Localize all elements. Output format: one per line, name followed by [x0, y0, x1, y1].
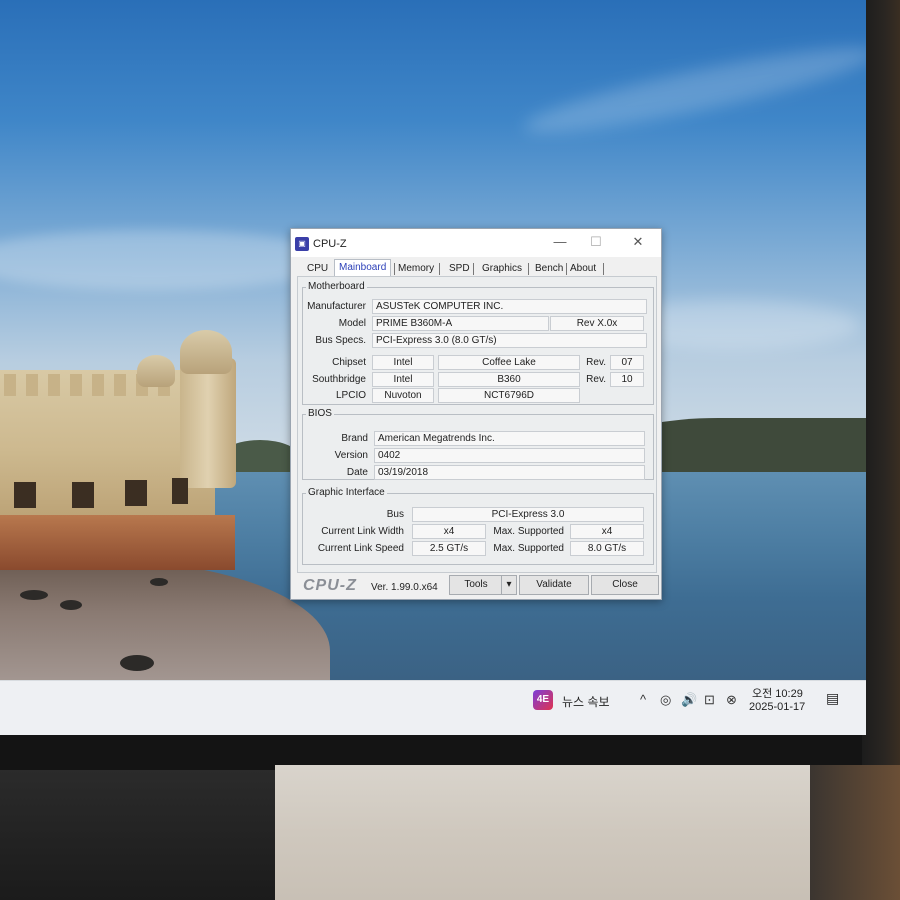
- desk-edge: [810, 765, 900, 900]
- lpcio-vendor: Nuvoton: [372, 388, 434, 403]
- southbridge-name: B360: [438, 372, 580, 387]
- wallpaper-battlement: [26, 374, 38, 396]
- max-speed-value: 8.0 GT/s: [570, 541, 644, 556]
- wallpaper-window: [14, 482, 36, 508]
- taskbar-date[interactable]: 2025-01-17: [749, 701, 805, 713]
- southbridge-rev-label: Rev.: [586, 374, 606, 385]
- cpuz-icon: ▣: [295, 237, 309, 251]
- southbridge-label: Southbridge: [312, 374, 366, 385]
- wallpaper-window: [72, 482, 94, 508]
- bus-specs-label: Bus Specs.: [315, 335, 366, 346]
- wallpaper-rock: [150, 578, 168, 586]
- wallpaper-dome: [180, 330, 232, 374]
- close-button[interactable]: Close: [591, 575, 659, 595]
- wallpaper-battlement: [92, 374, 104, 396]
- model-revision: Rev X.0x: [550, 316, 644, 331]
- bios-brand-value: American Megatrends Inc.: [374, 431, 645, 446]
- chipset-label: Chipset: [332, 357, 366, 368]
- taskbar-time[interactable]: 오전 10:29: [752, 685, 803, 701]
- cpuz-logo: CPU-Z: [303, 577, 357, 594]
- motherboard-group-title: Motherboard: [306, 281, 367, 292]
- wallpaper-dome: [137, 355, 175, 387]
- link-width-label: Current Link Width: [321, 526, 404, 537]
- tab-memory[interactable]: Memory: [394, 261, 438, 277]
- bios-date-label: Date: [346, 467, 368, 478]
- model-value: PRIME B360M-A: [372, 316, 549, 331]
- lpcio-name: NCT6796D: [438, 388, 580, 403]
- tab-spd[interactable]: SPD: [445, 261, 474, 277]
- wallpaper-battlement: [4, 374, 16, 396]
- gi-bus-label: Bus: [386, 509, 404, 520]
- link-speed-value: 2.5 GT/s: [412, 541, 486, 556]
- max-width-label: Max. Supported: [493, 526, 564, 537]
- tab-about[interactable]: About: [566, 261, 600, 277]
- monitor-stand-wall: [275, 765, 810, 900]
- cpuz-window: ▣ CPU-Z — ☐ ✕ CPU Mainboard Memory SPD G…: [290, 228, 662, 600]
- tab-separator: [473, 263, 474, 275]
- news-icon[interactable]: 4E: [533, 690, 553, 710]
- max-width-value: x4: [570, 524, 644, 539]
- southbridge-vendor: Intel: [372, 372, 434, 387]
- tab-separator: [528, 263, 529, 275]
- southbridge-rev-value: 10: [610, 372, 644, 387]
- gi-bus-value: PCI-Express 3.0: [412, 507, 644, 522]
- wallpaper-fort-base: [0, 515, 235, 570]
- manufacturer-value: ASUSTeK COMPUTER INC.: [372, 299, 647, 314]
- mainboard-panel: Motherboard Manufacturer ASUSTeK COMPUTE…: [297, 276, 657, 573]
- max-speed-label: Max. Supported: [493, 543, 564, 554]
- chipset-rev-label: Rev.: [586, 357, 606, 368]
- notification-icon[interactable]: ▤: [826, 690, 839, 707]
- footer-bar: CPU-Z Ver. 1.99.0.x64 Tools ▾ Validate C…: [291, 573, 661, 599]
- lpcio-label: LPCIO: [335, 390, 366, 401]
- wallpaper-rock: [120, 655, 154, 671]
- news-widget-label[interactable]: 뉴스 속보: [562, 693, 610, 710]
- chipset-rev-value: 07: [610, 355, 644, 370]
- title-bar[interactable]: ▣ CPU-Z — ☐ ✕: [291, 229, 661, 257]
- wallpaper-rock: [60, 600, 82, 610]
- tab-separator: [439, 263, 440, 275]
- bus-specs-value: PCI-Express 3.0 (8.0 GT/s): [372, 333, 647, 348]
- validate-button[interactable]: Validate: [519, 575, 589, 595]
- desk-area: [0, 770, 275, 900]
- version-text: Ver. 1.99.0.x64: [371, 582, 438, 593]
- tools-dropdown-button[interactable]: ▾: [501, 575, 517, 595]
- bios-version-value: 0402: [374, 448, 645, 463]
- maximize-button[interactable]: ☐: [582, 233, 610, 251]
- link-width-value: x4: [412, 524, 486, 539]
- chevron-up-icon[interactable]: ^: [640, 692, 646, 707]
- chipset-vendor: Intel: [372, 355, 434, 370]
- window-title: CPU-Z: [313, 238, 347, 250]
- meet-now-icon[interactable]: ◎: [660, 692, 671, 708]
- wallpaper-window: [125, 480, 147, 506]
- bios-group-title: BIOS: [306, 408, 334, 419]
- minimize-button[interactable]: —: [546, 233, 574, 251]
- wallpaper-tower: [180, 358, 236, 488]
- graphic-interface-group-title: Graphic Interface: [306, 487, 387, 498]
- manufacturer-label: Manufacturer: [307, 301, 366, 312]
- wallpaper-battlement: [114, 374, 126, 396]
- wallpaper-battlement: [48, 374, 60, 396]
- close-window-button[interactable]: ✕: [624, 233, 652, 251]
- tools-button[interactable]: Tools: [449, 575, 503, 595]
- tab-cpu[interactable]: CPU: [303, 261, 332, 277]
- tab-separator: [603, 263, 604, 275]
- wallpaper-battlement: [70, 374, 82, 396]
- link-speed-label: Current Link Speed: [317, 543, 404, 554]
- bios-date-value: 03/19/2018: [374, 465, 645, 480]
- chipset-name: Coffee Lake: [438, 355, 580, 370]
- wallpaper-rock: [20, 590, 48, 600]
- volume-icon[interactable]: 🔊: [681, 692, 697, 708]
- bios-brand-label: Brand: [341, 433, 368, 444]
- bios-version-label: Version: [334, 450, 368, 461]
- desktop-screen: 4E 뉴스 속보 ^ ◎ 🔊 ⊡ ⊗ 오전 10:29 2025-01-17 ▤…: [0, 0, 866, 735]
- model-label: Model: [338, 318, 366, 329]
- monitor-edge: [862, 0, 900, 770]
- network-icon[interactable]: ⊡: [704, 692, 715, 708]
- tab-bench[interactable]: Bench: [531, 261, 567, 277]
- wallpaper-window: [172, 478, 188, 504]
- close-circle-icon[interactable]: ⊗: [726, 692, 737, 708]
- tab-graphics[interactable]: Graphics: [478, 261, 526, 277]
